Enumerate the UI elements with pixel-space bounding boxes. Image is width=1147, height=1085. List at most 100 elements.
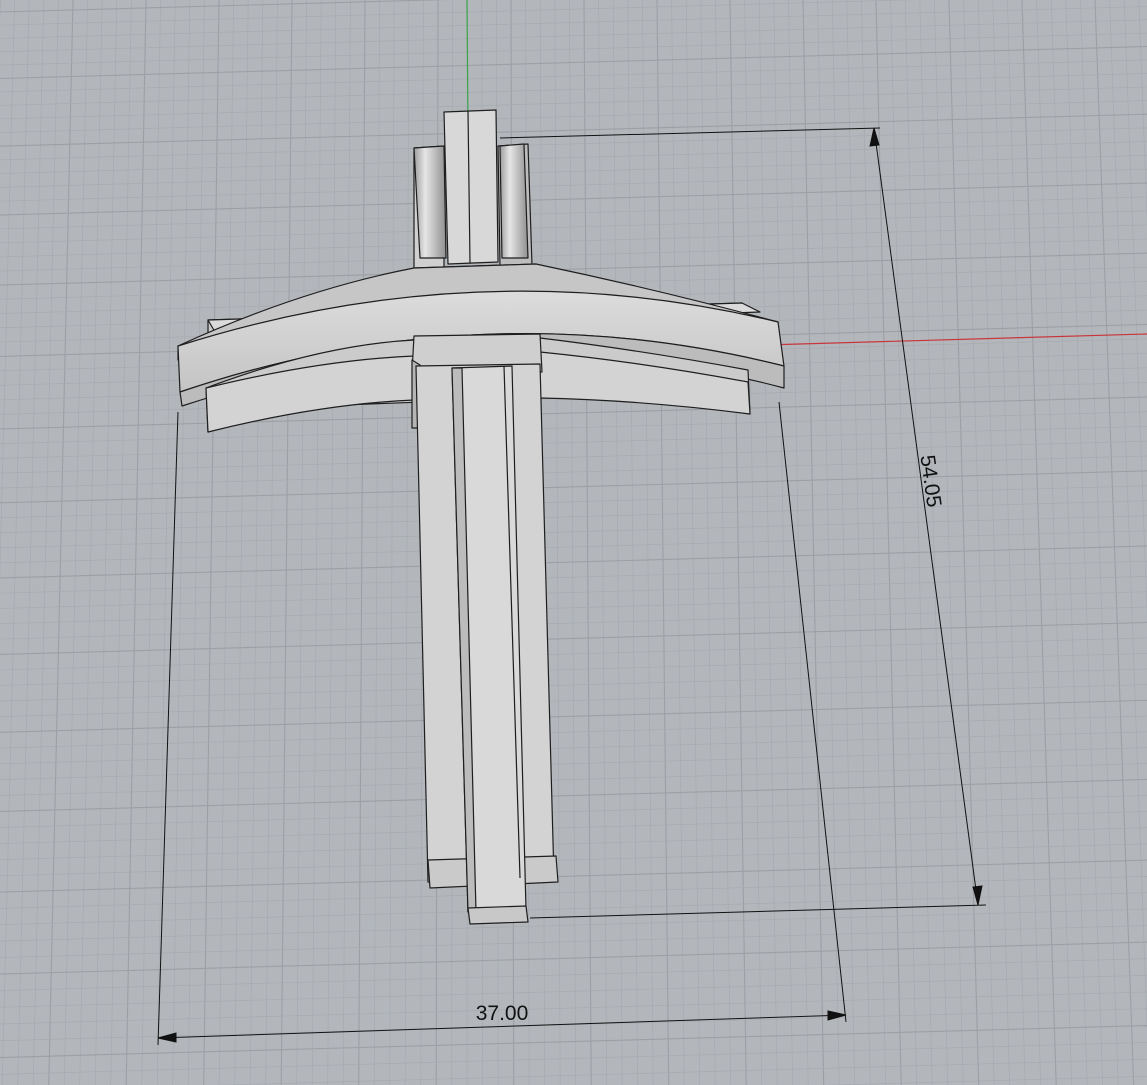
- grid-line: [0, 127, 1147, 161]
- construction-grid: [0, 0, 1147, 1085]
- grid-line: [1138, 0, 1147, 225]
- grid-line: [758, 0, 778, 1085]
- grid-line: [0, 224, 1147, 258]
- grid-line: [1094, 0, 1135, 1085]
- x-axis-line: [764, 333, 1147, 346]
- grid-line: [0, 238, 1147, 272]
- grid-line: [0, 974, 1147, 1008]
- grid-line: [0, 32, 1147, 66]
- grid-line: [0, 485, 1147, 519]
- top-loop-bar: [443, 109, 499, 265]
- grid-line: [1021, 0, 1057, 1085]
- grid-line: [0, 545, 1147, 579]
- grid-line: [934, 0, 964, 1085]
- grid-line: [0, 958, 1147, 991]
- grid-line: [265, 0, 278, 1085]
- grid-line: [700, 0, 716, 1085]
- grid-line: [0, 100, 1147, 133]
- grid-line: [0, 0, 15, 582]
- height-arrow-bottom: [972, 885, 983, 906]
- grid-line: [0, 470, 1147, 504]
- grid-line: [342, 0, 351, 1085]
- grid-line: [1050, 0, 1088, 1085]
- grid-line: [0, 530, 1147, 564]
- height-extension-bottom: [529, 904, 987, 919]
- grid-line: [0, 778, 1147, 813]
- top-bracket-curve-right: [499, 143, 529, 259]
- grid-line: [0, 86, 1147, 120]
- grid-line: [569, 0, 577, 1085]
- grid-line: [0, 0, 917, 26]
- width-arrow-left: [157, 1032, 177, 1043]
- grid-line: [744, 0, 763, 1085]
- grid-line: [1065, 0, 1104, 1085]
- grid-line: [627, 0, 639, 1085]
- grid-line: [773, 0, 794, 1085]
- grid-line: [890, 0, 918, 1085]
- grid-line: [48, 0, 74, 1085]
- grid-line: [125, 0, 147, 1085]
- grid-line: [846, 0, 871, 1085]
- grid-line: [0, 19, 1147, 53]
- grid-line: [904, 0, 933, 1085]
- grid-line: [977, 0, 1011, 1085]
- grid-line: [583, 0, 592, 1085]
- height-arrow-top: [869, 127, 880, 147]
- grid-line: [0, 73, 1147, 106]
- grid-line: [992, 0, 1026, 1085]
- grid-line: [598, 0, 608, 1085]
- grid-line: [0, 59, 1147, 93]
- grid-line: [0, 210, 1147, 244]
- grid-line: [0, 763, 1147, 796]
- grid-line: [358, 0, 366, 1085]
- grid-line: [0, 811, 1147, 844]
- grid-line: [327, 0, 337, 1085]
- grid-line: [612, 0, 623, 1085]
- width-arrow-right: [827, 1010, 847, 1021]
- height-dimension[interactable]: [499, 127, 987, 919]
- height-extension-top: [499, 127, 881, 139]
- top-bracket-curve-left: [413, 145, 447, 259]
- grid-line: [0, 45, 1147, 80]
- grid-line: [0, 455, 1147, 489]
- grid-line: [218, 0, 234, 1085]
- grid-line: [141, 0, 161, 1085]
- grid-line: [156, 0, 176, 1085]
- grid-line: [919, 0, 949, 1085]
- grid-line: [1080, 0, 1119, 1085]
- vertical-bar-front-foot: [467, 905, 529, 925]
- grid-line: [642, 0, 654, 1085]
- grid-line: [1007, 0, 1042, 1085]
- viewport-canvas[interactable]: 54.05 37.00: [0, 0, 1147, 1085]
- grid-line: [822, 1075, 1147, 1085]
- grid-line: [0, 892, 1147, 926]
- grid-line: [17, 0, 45, 1085]
- grid-line: [0, 113, 1147, 147]
- grid-line: [0, 440, 1147, 474]
- grid-line: [0, 0, 450, 13]
- grid-line: [1036, 0, 1073, 1085]
- grid-line: [0, 1042, 1147, 1075]
- grid-line: [554, 0, 561, 1085]
- grid-line: [963, 0, 995, 1085]
- grid-line: [0, 827, 1147, 861]
- grid-line: [788, 0, 809, 1085]
- grid-line: [0, 6, 1147, 39]
- grid-line: [404, 0, 410, 1085]
- grid-line: [0, 500, 1147, 534]
- grid-line: [1, 0, 30, 1085]
- grid-line: [0, 795, 1147, 828]
- grid-line: [0, 515, 1147, 549]
- grid-line: [296, 0, 307, 1085]
- grid-line: [234, 0, 249, 1085]
- grid-line: [0, 991, 1147, 1025]
- grid-line: [0, 141, 1147, 174]
- grid-line: [311, 0, 322, 1085]
- grid-line: [249, 0, 264, 1085]
- 3d-viewport[interactable]: 54.05 37.00: [0, 0, 1147, 1085]
- grid-line: [0, 426, 1147, 459]
- grid-line: [685, 0, 701, 1085]
- grid-line: [0, 843, 1147, 877]
- grid-line: [0, 411, 1147, 445]
- grid-line: [203, 0, 220, 1085]
